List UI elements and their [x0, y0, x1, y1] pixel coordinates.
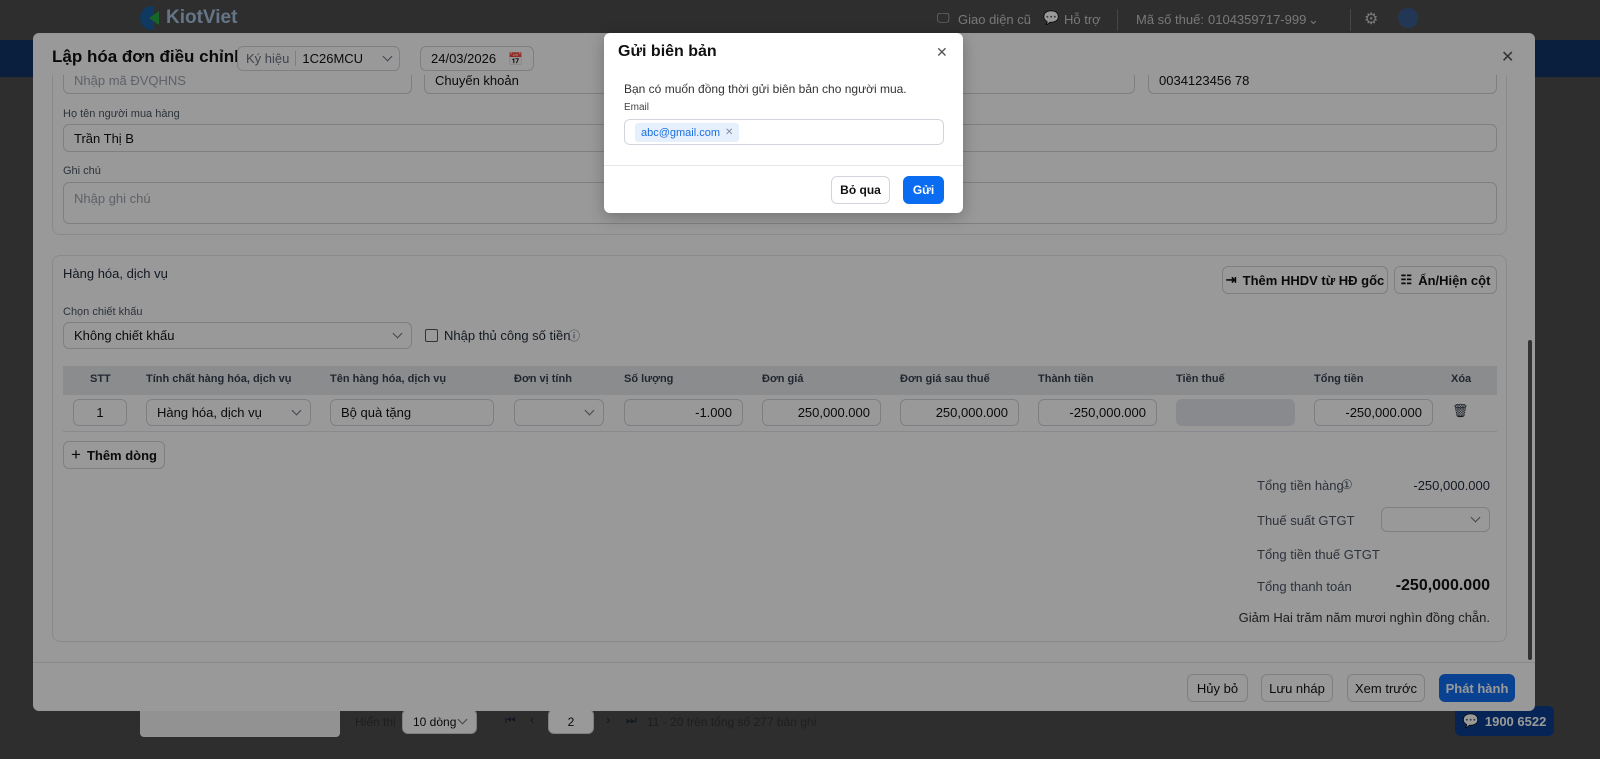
email-label: Email — [624, 102, 650, 113]
email-input[interactable]: abc@gmail.com ✕ — [624, 119, 944, 145]
close-icon[interactable]: ✕ — [936, 44, 948, 61]
dialog-title: Gửi biên bản — [618, 43, 717, 60]
email-tag-text: abc@gmail.com — [641, 126, 721, 139]
skip-button[interactable]: Bỏ qua — [831, 176, 890, 204]
remove-tag-icon[interactable]: ✕ — [725, 127, 733, 138]
dialog-message: Bạn có muốn đồng thời gửi biên bản cho n… — [624, 82, 907, 96]
send-button[interactable]: Gửi — [903, 176, 944, 204]
divider — [604, 165, 963, 166]
send-report-dialog: Gửi biên bản ✕ Bạn có muốn đồng thời gửi… — [604, 33, 963, 213]
email-tag: abc@gmail.com ✕ — [635, 123, 740, 142]
